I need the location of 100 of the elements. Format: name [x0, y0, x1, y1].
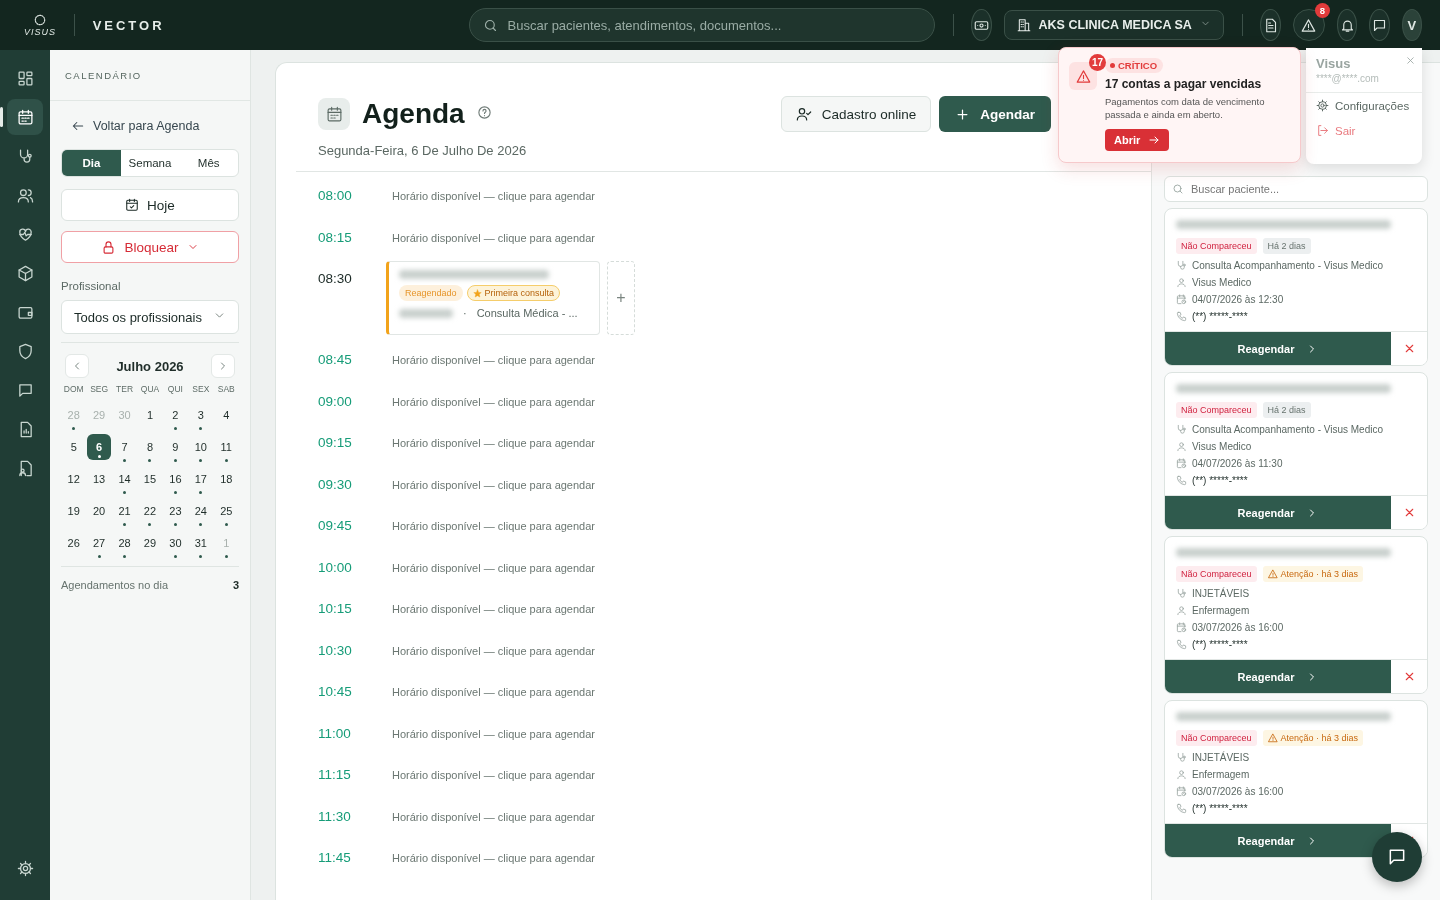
available-slot[interactable]: Horário disponível — clique para agendar [386, 178, 601, 203]
box-icon [16, 264, 34, 282]
today-button[interactable]: Hoje [61, 189, 239, 221]
menu-item[interactable]: Configurações [1306, 93, 1422, 118]
document-button[interactable] [1260, 9, 1281, 41]
view-tab[interactable]: Mês [179, 150, 238, 176]
document-icon [1263, 17, 1279, 33]
reschedule-button[interactable]: Reagendar [1165, 496, 1391, 529]
calendar-day[interactable]: 24 [189, 498, 213, 524]
calendar-day[interactable]: 9 [163, 434, 188, 460]
available-slot[interactable]: Horário disponível — clique para agendar [386, 219, 601, 245]
slot-time: 09:15 [318, 434, 353, 450]
available-slot[interactable]: Horário disponível — clique para agendar [386, 425, 601, 450]
calendar-day[interactable]: 6 [87, 434, 111, 460]
add-slot-button[interactable]: + [607, 261, 635, 335]
calendar-day[interactable]: 5 [62, 434, 86, 460]
reschedule-button[interactable]: Reagendar [1165, 660, 1391, 693]
reschedule-button[interactable]: Reagendar [1165, 332, 1391, 365]
available-slot[interactable]: Horário disponível — clique para agendar [386, 757, 601, 782]
logo-text: VISUS [24, 27, 56, 37]
service-text: INJETÁVEIS [1192, 752, 1250, 763]
view-tab[interactable]: Semana [120, 150, 180, 176]
slot-time: 10:30 [318, 641, 353, 658]
calendar-day[interactable]: 28 [112, 530, 137, 556]
calendar-day[interactable]: 4 [214, 402, 238, 428]
available-slot[interactable]: Horário disponível — clique para agendar [386, 383, 601, 409]
available-slot[interactable]: Horário disponível — clique para agendar [386, 342, 601, 367]
calendar-day[interactable]: 21 [112, 498, 137, 524]
calendar-day[interactable]: 17 [189, 466, 213, 492]
online-registration-button[interactable]: Cadastro online [780, 96, 932, 132]
calendar-day[interactable]: 3 [189, 402, 213, 428]
file-user-icon [16, 459, 34, 477]
calendar-day[interactable]: 26 [62, 530, 86, 556]
calendar-day[interactable]: 1 [138, 402, 162, 428]
available-slot[interactable]: Horário disponível — clique para agendar [386, 840, 601, 865]
calendar-day[interactable]: 22 [138, 498, 162, 524]
calendar-check-icon [125, 198, 140, 212]
alerts-button[interactable] [1292, 9, 1325, 41]
calendar-day[interactable]: 19 [62, 498, 86, 524]
available-slot[interactable]: Horário disponível — clique para agendar [386, 591, 601, 616]
open-button[interactable]: Abrir [1105, 128, 1170, 151]
weekday-label: QUI [166, 384, 184, 394]
view-tab[interactable]: Dia [62, 150, 121, 176]
calendar-day[interactable]: 16 [163, 466, 188, 492]
calendar-day[interactable]: 27 [87, 530, 111, 556]
available-slot[interactable]: Horário disponível — clique para agendar [386, 715, 601, 741]
professional-text: Visus Medico [1192, 277, 1252, 288]
available-slot[interactable]: Horário disponível — clique para agendar [386, 466, 601, 492]
professional-select[interactable]: Todos os profissionais [61, 300, 239, 334]
calendar-day[interactable]: 12 [62, 466, 86, 492]
slot-time: 08:45 [318, 351, 353, 367]
weekday-label: SEG [89, 384, 110, 394]
user-avatar[interactable]: V [1401, 9, 1422, 41]
calendar-day[interactable]: 11 [214, 434, 238, 460]
cash-button[interactable] [971, 9, 992, 41]
company-selector[interactable]: AKS CLINICA MEDICA SA [1003, 10, 1224, 40]
slot-time: 11:30 [318, 807, 352, 824]
plus-icon [955, 106, 971, 122]
severity-tag: CRÍTICO [1105, 58, 1164, 73]
redacted-text [399, 308, 453, 318]
slot-time: 09:45 [318, 517, 353, 533]
calendar-day[interactable]: 7 [112, 434, 137, 460]
back-link[interactable]: Voltar para Agenda [61, 119, 210, 133]
calendar-day[interactable]: 2 [163, 402, 188, 428]
calendar-day[interactable]: 20 [87, 498, 111, 524]
datetime-text: 03/07/2026 às 16:00 [1192, 786, 1284, 797]
appointment-card[interactable]: Reagendado Primeira consulta · Consulta Médica - ... [386, 261, 600, 335]
calendar-day[interactable]: 13 [87, 466, 111, 492]
reschedule-button[interactable]: Reagendar [1165, 824, 1391, 857]
calendar-day[interactable]: 15 [138, 466, 162, 492]
calendar-day[interactable]: 30 [163, 530, 188, 556]
available-slot[interactable]: Horário disponível — clique para agendar [386, 508, 601, 533]
calendar-day[interactable]: 8 [138, 434, 162, 460]
phone-text: (**) *****-**** [1192, 803, 1248, 814]
available-slot[interactable]: Horário disponível — clique para agendar [386, 549, 601, 575]
calendar-day[interactable]: 14 [112, 466, 137, 492]
warning-icon [1267, 569, 1278, 579]
calendar-day[interactable]: 10 [189, 434, 213, 460]
user-check-icon [795, 106, 812, 122]
patient-search-field[interactable]: Buscar paciente... [1164, 176, 1428, 202]
service-text: INJETÁVEIS [1192, 588, 1250, 599]
notifications-button[interactable] [1336, 9, 1358, 41]
available-slot[interactable]: Horário disponível — clique para agendar [386, 632, 601, 658]
available-slot[interactable]: Horário disponível — clique para agendar [386, 674, 601, 699]
shield-icon [16, 342, 34, 360]
messages-button[interactable] [1369, 9, 1390, 41]
calendar-day[interactable]: 31 [189, 530, 213, 556]
block-button[interactable]: Bloquear [61, 231, 239, 263]
slot-time: 08:00 [318, 187, 353, 203]
age-tag: Atenção · há 3 dias [1262, 566, 1364, 582]
schedule-button[interactable]: Agendar [939, 96, 1051, 132]
warning-icon [1301, 17, 1317, 33]
calendar-day[interactable]: 29 [138, 530, 162, 556]
lock-icon [101, 239, 117, 255]
calendar-day[interactable]: 23 [163, 498, 188, 524]
search-field[interactable]: Buscar pacientes, atendimentos, documentos... [468, 8, 935, 42]
month-title: Julho 2026 [116, 358, 184, 374]
calendar-day[interactable]: 18 [214, 466, 238, 492]
available-slot[interactable]: Horário disponível — clique para agendar [386, 798, 601, 824]
calendar-day[interactable]: 25 [214, 498, 238, 524]
